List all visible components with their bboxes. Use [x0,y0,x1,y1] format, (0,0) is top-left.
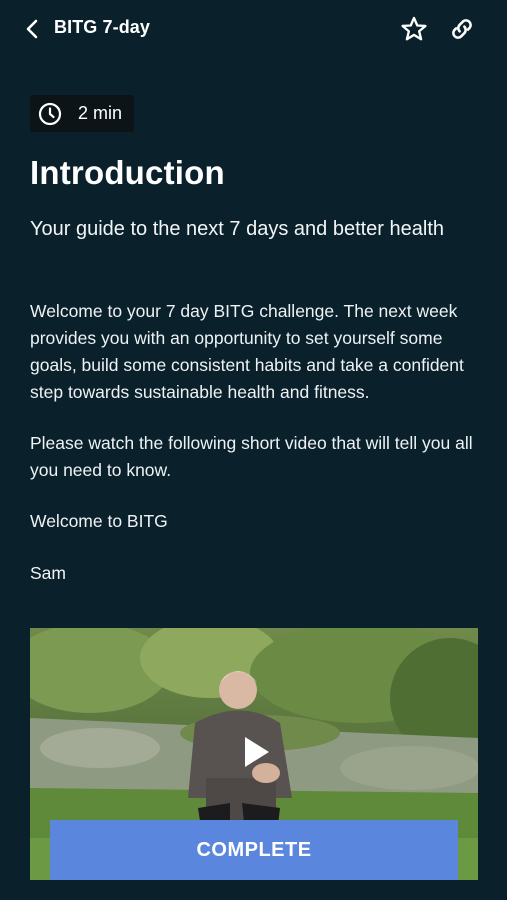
share-link-button[interactable] [446,13,478,45]
page-title: Introduction [30,154,225,191]
star-outline-icon [401,16,427,41]
duration-badge: 2 min [30,95,134,132]
app-title: BITG 7-day [54,17,151,37]
favorite-button[interactable] [398,13,430,45]
signature-name: Sam [30,563,66,583]
back-button[interactable] [20,16,46,42]
page-subtitle: Your guide to the next 7 days and better… [30,218,445,240]
intro-paragraph: Welcome to your 7 day BITG challenge. Th… [30,301,464,402]
play-icon [245,737,269,767]
clock-icon [38,102,62,125]
chevron-left-icon [26,19,38,39]
play-button[interactable] [238,734,274,770]
video-instruction-paragraph: Please watch the following short video t… [30,433,473,480]
complete-button[interactable]: COMPLETE [50,820,458,880]
duration-label: 2 min [78,103,123,123]
welcome-line: Welcome to BITG [30,511,168,531]
top-bar: BITG 7-day [0,0,507,58]
link-icon [452,19,472,39]
